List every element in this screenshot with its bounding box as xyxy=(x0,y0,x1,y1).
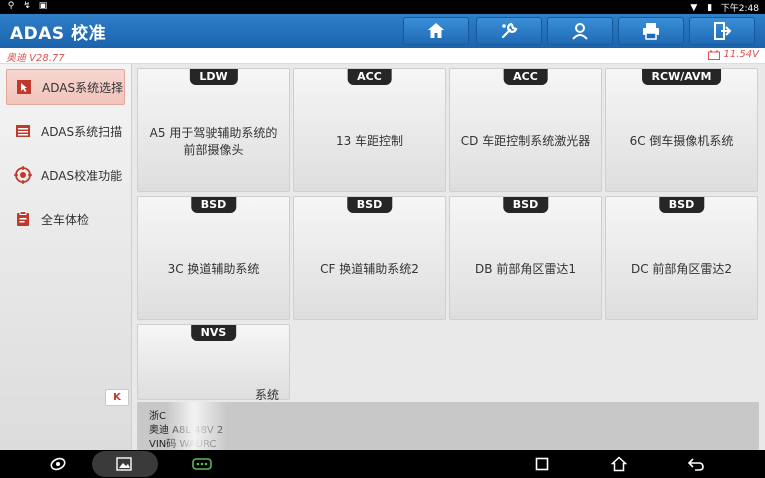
system-type-tag: BSD xyxy=(346,197,393,213)
sidebar-item-full-check[interactable]: 全车体检 xyxy=(6,201,125,237)
sidebar-item-label: ADAS系统选择 xyxy=(42,80,124,95)
sidebar-item-label: ADAS校准功能 xyxy=(41,168,123,183)
privacy-blur xyxy=(167,402,227,450)
gallery-button[interactable] xyxy=(114,454,134,474)
system-type-tag: ACC xyxy=(347,69,392,85)
home-outline-icon xyxy=(611,456,627,472)
user-icon xyxy=(572,23,588,40)
app-header: ADAS 校准 xyxy=(0,14,765,48)
system-type-tag: LDW xyxy=(189,69,238,85)
battery-icon: ▮ xyxy=(707,2,713,13)
wrench-icon xyxy=(501,22,518,39)
vehicle-info-panel: 浙C 奥迪 A8L 48V 2 VIN码 WAURC xyxy=(137,402,759,450)
vci-connector-icon xyxy=(192,458,212,470)
back-arrow-icon xyxy=(687,458,704,471)
system-card[interactable]: BSD CF 换道辅助系统2 xyxy=(293,196,446,320)
back-button[interactable] xyxy=(686,454,706,474)
exit-icon xyxy=(714,22,732,40)
collapse-sidebar-button[interactable]: K xyxy=(105,389,129,406)
sidebar: ADAS系统选择 ADAS系统扫描 ADAS校准功能 全车体检 K xyxy=(0,64,132,450)
target-icon xyxy=(14,166,32,184)
user-button[interactable] xyxy=(547,17,613,45)
recents-button[interactable] xyxy=(532,454,552,474)
clock: 下午2:48 xyxy=(720,4,759,14)
home-icon xyxy=(428,23,444,38)
navigation-bar xyxy=(0,450,765,478)
system-card[interactable]: LDW A5 用于驾驶辅助系统的前部摄像头 xyxy=(137,68,290,192)
clipboard-icon xyxy=(14,210,32,228)
battery-voltage: 11.54V xyxy=(707,49,759,60)
diagnose-button[interactable] xyxy=(476,17,542,45)
system-card-label: 13 车距控制 xyxy=(335,134,404,148)
voltage-value: 11.54V xyxy=(723,49,759,60)
system-card[interactable]: ACC CD 车距控制系统激光器 xyxy=(449,68,602,192)
software-version: 奥迪 V28.77 xyxy=(6,53,65,64)
system-card[interactable]: BSD 3C 换道辅助系统 xyxy=(137,196,290,320)
license-plate: 浙C xyxy=(149,411,166,422)
system-card[interactable]: RCW/AVM 6C 倒车摄像机系统 xyxy=(605,68,758,192)
recents-icon xyxy=(535,457,549,471)
print-button[interactable] xyxy=(618,17,684,45)
sidebar-item-system-scan[interactable]: ADAS系统扫描 xyxy=(6,113,125,149)
battery-voltage-icon xyxy=(707,50,720,60)
image-notification-icon: ▣ xyxy=(38,1,48,11)
system-card-label: 3C 换道辅助系统 xyxy=(167,262,260,276)
browser-icon xyxy=(50,457,66,471)
sidebar-item-label: ADAS系统扫描 xyxy=(41,124,123,139)
info-line: 奥迪 V28.77 11.54V xyxy=(0,48,765,64)
image-icon xyxy=(116,457,132,471)
sidebar-item-system-select[interactable]: ADAS系统选择 xyxy=(6,69,125,105)
home-nav-button[interactable] xyxy=(609,454,629,474)
system-type-tag: RCW/AVM xyxy=(641,69,722,85)
exit-button[interactable] xyxy=(689,17,755,45)
system-type-tag: BSD xyxy=(658,197,705,213)
system-card[interactable]: BSD DC 前部角区雷达2 xyxy=(605,196,758,320)
system-card-label: CD 车距控制系统激光器 xyxy=(460,134,591,148)
status-bar: ⚲ ↯ ▣ ▼ ▮ 下午2:48 xyxy=(0,0,765,14)
system-type-tag: NVS xyxy=(190,325,237,341)
cursor-icon xyxy=(15,78,33,96)
system-type-tag: ACC xyxy=(503,69,548,85)
usb-icon: ↯ xyxy=(23,1,31,11)
browser-button[interactable] xyxy=(48,454,68,474)
system-card-label: CF 换道辅助系统2 xyxy=(320,262,419,276)
system-card-label: 6C 倒车摄像机系统 xyxy=(629,134,734,148)
system-card-label: DB 前部角区雷达1 xyxy=(475,262,576,276)
wifi-icon: ▼ xyxy=(690,2,698,13)
system-type-tag: BSD xyxy=(502,197,549,213)
system-card[interactable]: NVS 系统 xyxy=(137,324,290,402)
system-card[interactable]: ACC 13 车距控制 xyxy=(293,68,446,192)
notification-icon: ⚲ xyxy=(7,1,15,11)
page-title: ADAS 校准 xyxy=(10,24,107,44)
printer-icon xyxy=(643,23,659,40)
vci-button[interactable] xyxy=(192,454,212,474)
home-button[interactable] xyxy=(403,17,469,45)
system-card-label: A5 用于驾驶辅助系统的前部摄像头 xyxy=(149,126,278,157)
system-card[interactable]: BSD DB 前部角区雷达1 xyxy=(449,196,602,320)
system-card-label: DC 前部角区雷达2 xyxy=(630,262,733,276)
sidebar-item-label: 全车体检 xyxy=(41,212,90,227)
sidebar-item-calibration[interactable]: ADAS校准功能 xyxy=(6,157,125,193)
system-type-tag: BSD xyxy=(190,197,237,213)
list-icon xyxy=(14,122,32,140)
